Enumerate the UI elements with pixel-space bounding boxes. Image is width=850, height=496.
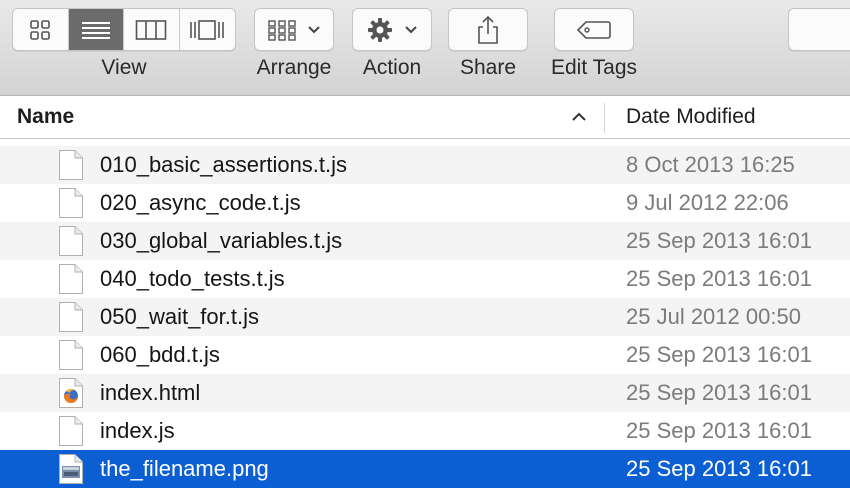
file-row[interactable]: index.html 25 Sep 2013 16:01 (0, 374, 850, 412)
list-view-button[interactable] (68, 9, 124, 50)
file-row[interactable]: 060_bdd.t.js 25 Sep 2013 16:01 (0, 336, 850, 374)
share-button[interactable] (448, 8, 528, 51)
file-date-modified: 9 Jul 2012 22:06 (626, 190, 789, 215)
list-view-icon (81, 21, 110, 39)
file-name: index.html (100, 380, 201, 405)
file-name: 050_wait_for.t.js (100, 304, 259, 329)
view-mode-segmented-control (12, 8, 236, 51)
action-button[interactable] (352, 8, 432, 51)
file-name: 010_basic_assertions.t.js (100, 152, 348, 177)
file-row[interactable]: 050_wait_for.t.js 25 Jul 2012 00:50 (0, 298, 850, 336)
document-icon (59, 188, 83, 218)
document-icon (59, 264, 83, 294)
gear-icon (368, 17, 392, 42)
file-date-modified: 25 Sep 2013 16:01 (626, 266, 812, 291)
name-column-header[interactable]: Name (17, 105, 74, 129)
column-view-icon (135, 19, 167, 40)
chevron-down-icon (308, 25, 320, 33)
share-label: Share (459, 56, 517, 79)
file-row-selected[interactable]: the_filename.png 25 Sep 2013 16:01 (0, 450, 850, 488)
share-icon (478, 15, 498, 44)
sort-ascending-icon[interactable] (569, 107, 589, 127)
file-row[interactable]: index.js 25 Sep 2013 16:01 (0, 412, 850, 450)
document-icon (59, 416, 83, 446)
search-field[interactable] (788, 8, 850, 51)
file-date-modified: 25 Jul 2012 00:50 (626, 304, 801, 329)
column-view-button[interactable] (124, 9, 180, 50)
column-header: Name Date Modified (0, 97, 850, 139)
file-name: 030_global_variables.t.js (100, 228, 343, 253)
document-icon (59, 150, 83, 180)
file-date-modified: 25 Sep 2013 16:01 (626, 418, 812, 443)
file-name: 060_bdd.t.js (100, 342, 220, 367)
file-date-modified: 25 Sep 2013 16:01 (626, 342, 812, 367)
file-name: index.js (100, 418, 175, 443)
icon-view-button[interactable] (13, 9, 69, 50)
file-date-modified: 8 Oct 2013 16:25 (626, 152, 795, 177)
tag-icon (576, 20, 611, 39)
chevron-down-icon (405, 25, 417, 33)
date-modified-column-header[interactable]: Date Modified (626, 105, 756, 129)
file-list: 010_basic_assertions.t.js 8 Oct 2013 16:… (0, 146, 850, 488)
file-date-modified: 25 Sep 2013 16:01 (626, 228, 812, 253)
document-icon (59, 226, 83, 256)
file-row[interactable]: 010_basic_assertions.t.js 8 Oct 2013 16:… (0, 146, 850, 184)
action-label: Action (362, 56, 422, 79)
arrange-label: Arrange (256, 56, 332, 79)
image-document-icon (59, 454, 83, 484)
arrange-icon (268, 19, 296, 41)
cover-flow-button[interactable] (179, 9, 235, 50)
document-icon (59, 302, 83, 332)
icon-view-icon (30, 19, 51, 40)
firefox-document-icon (59, 378, 83, 408)
view-label: View (101, 56, 147, 79)
arrange-button[interactable] (254, 8, 334, 51)
finder-toolbar: View Arrange Action Share Edit Tags (0, 0, 850, 96)
edit-tags-button[interactable] (554, 8, 634, 51)
file-row[interactable]: 040_todo_tests.t.js 25 Sep 2013 16:01 (0, 260, 850, 298)
document-icon (59, 340, 83, 370)
file-date-modified: 25 Sep 2013 16:01 (626, 456, 812, 481)
file-row[interactable]: 030_global_variables.t.js 25 Sep 2013 16… (0, 222, 850, 260)
column-divider[interactable] (604, 103, 605, 133)
file-date-modified: 25 Sep 2013 16:01 (626, 380, 812, 405)
file-row[interactable]: 020_async_code.t.js 9 Jul 2012 22:06 (0, 184, 850, 222)
file-name: 020_async_code.t.js (100, 190, 301, 215)
cover-flow-icon (190, 19, 225, 40)
file-name: 040_todo_tests.t.js (100, 266, 285, 291)
edit-tags-label: Edit Tags (551, 56, 637, 79)
file-name: the_filename.png (100, 456, 269, 481)
